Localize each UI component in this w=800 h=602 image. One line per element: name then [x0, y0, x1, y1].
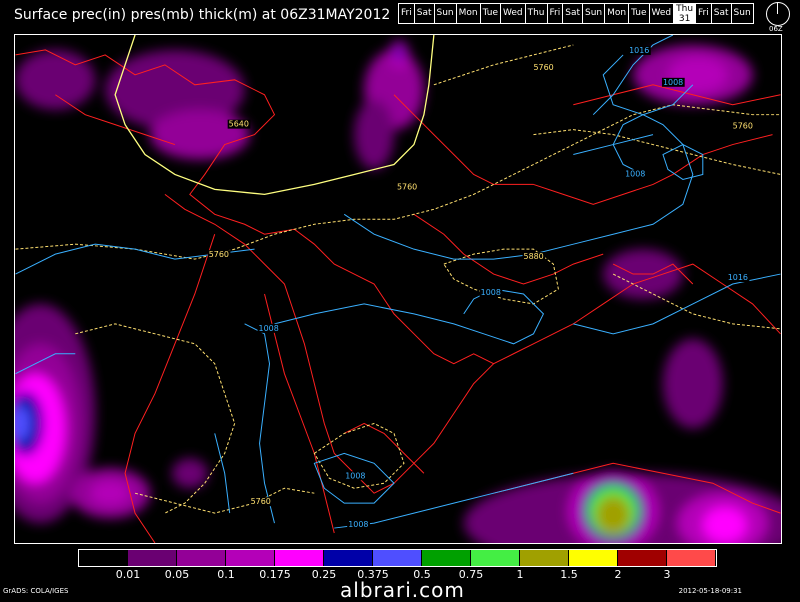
contour-label: 5760: [733, 122, 753, 131]
legend-tick: 2: [614, 568, 622, 581]
contour-label: 1008: [625, 169, 645, 178]
grads-credit: GrADS: COLA/IGES: [3, 587, 69, 595]
legend-swatch: [618, 550, 667, 566]
day-sun[interactable]: Sun: [583, 4, 606, 23]
legend-swatch: [569, 550, 618, 566]
day-selected-date: 31: [678, 14, 691, 24]
contour-label: 5880: [524, 252, 544, 261]
legend-tick: 0.175: [259, 568, 291, 581]
clock-hand: [777, 2, 778, 14]
day-wed[interactable]: Wed: [650, 4, 675, 23]
day-tue[interactable]: Tue: [629, 4, 650, 23]
day-selected[interactable]: Thu 31: [674, 4, 697, 24]
day-fri[interactable]: Fri: [696, 4, 712, 23]
legend-tick: 0.1: [217, 568, 235, 581]
contour-label: 1008: [259, 324, 279, 333]
day-sat[interactable]: Sat: [415, 4, 435, 23]
day-mon[interactable]: Mon: [605, 4, 630, 23]
clock-icon: [766, 2, 790, 26]
day-wed[interactable]: Wed: [501, 4, 526, 23]
day-tue[interactable]: Tue: [481, 4, 501, 23]
legend-swatch: [177, 550, 226, 566]
day-fri[interactable]: Fri: [399, 4, 415, 23]
legend-tick: 3: [663, 568, 671, 581]
day-sun[interactable]: Sun: [435, 4, 457, 23]
legend-tick: 1.5: [560, 568, 578, 581]
legend-swatch: [520, 550, 569, 566]
contour-label: 5760: [533, 63, 553, 72]
contour-label: 5640: [229, 120, 249, 129]
day-thu[interactable]: Thu: [526, 4, 548, 23]
contour-label: 5760: [251, 497, 271, 506]
day-sat[interactable]: Sat: [712, 4, 732, 23]
day-selected-name: Thu: [676, 4, 694, 14]
watermark: albrari.com: [340, 578, 465, 602]
timestamp: 2012-05-18-09:31: [678, 587, 742, 595]
legend-swatch: [373, 550, 422, 566]
contour-label: 1016: [629, 46, 649, 55]
contour-label: 5760: [209, 250, 229, 259]
legend-tick: 0.01: [115, 568, 141, 581]
day-mon[interactable]: Mon: [457, 4, 481, 23]
contour-label: 1008: [481, 288, 501, 297]
contour-label: 5760: [397, 182, 417, 191]
legend-swatch: [275, 550, 324, 566]
forecast-day-strip[interactable]: Fri Sat Sun Mon Tue Wed Thu Fri Sat Sun Mon Tue Wed T…: [398, 3, 754, 24]
legend-tick: 0.25: [311, 568, 337, 581]
day-sat[interactable]: Sat: [563, 4, 584, 23]
weather-map: 5760 5640 5760 5760 5880 5760 5760 1016 1008 100…: [14, 34, 782, 544]
legend-swatch: [79, 550, 128, 566]
precip-legend: [78, 549, 717, 567]
legend-swatch: [128, 550, 177, 566]
contour-label: 1008: [348, 520, 368, 529]
contour-label: 1016: [728, 273, 748, 282]
legend-swatch: [324, 550, 373, 566]
day-sun[interactable]: Sun: [732, 4, 753, 23]
legend-swatch: [422, 550, 471, 566]
contour-label: 1008: [345, 471, 365, 480]
legend-swatch: [471, 550, 520, 566]
legend-tick: 1: [516, 568, 524, 581]
legend-swatch: [226, 550, 275, 566]
legend-swatch: [667, 550, 716, 566]
contour-label: 1008: [663, 78, 683, 87]
map-title: Surface prec(in) pres(mb) thick(m) at 06…: [14, 7, 391, 23]
clock-time-label: 06Z: [769, 25, 783, 33]
day-fri[interactable]: Fri: [548, 4, 564, 23]
legend-tick: 0.05: [164, 568, 190, 581]
